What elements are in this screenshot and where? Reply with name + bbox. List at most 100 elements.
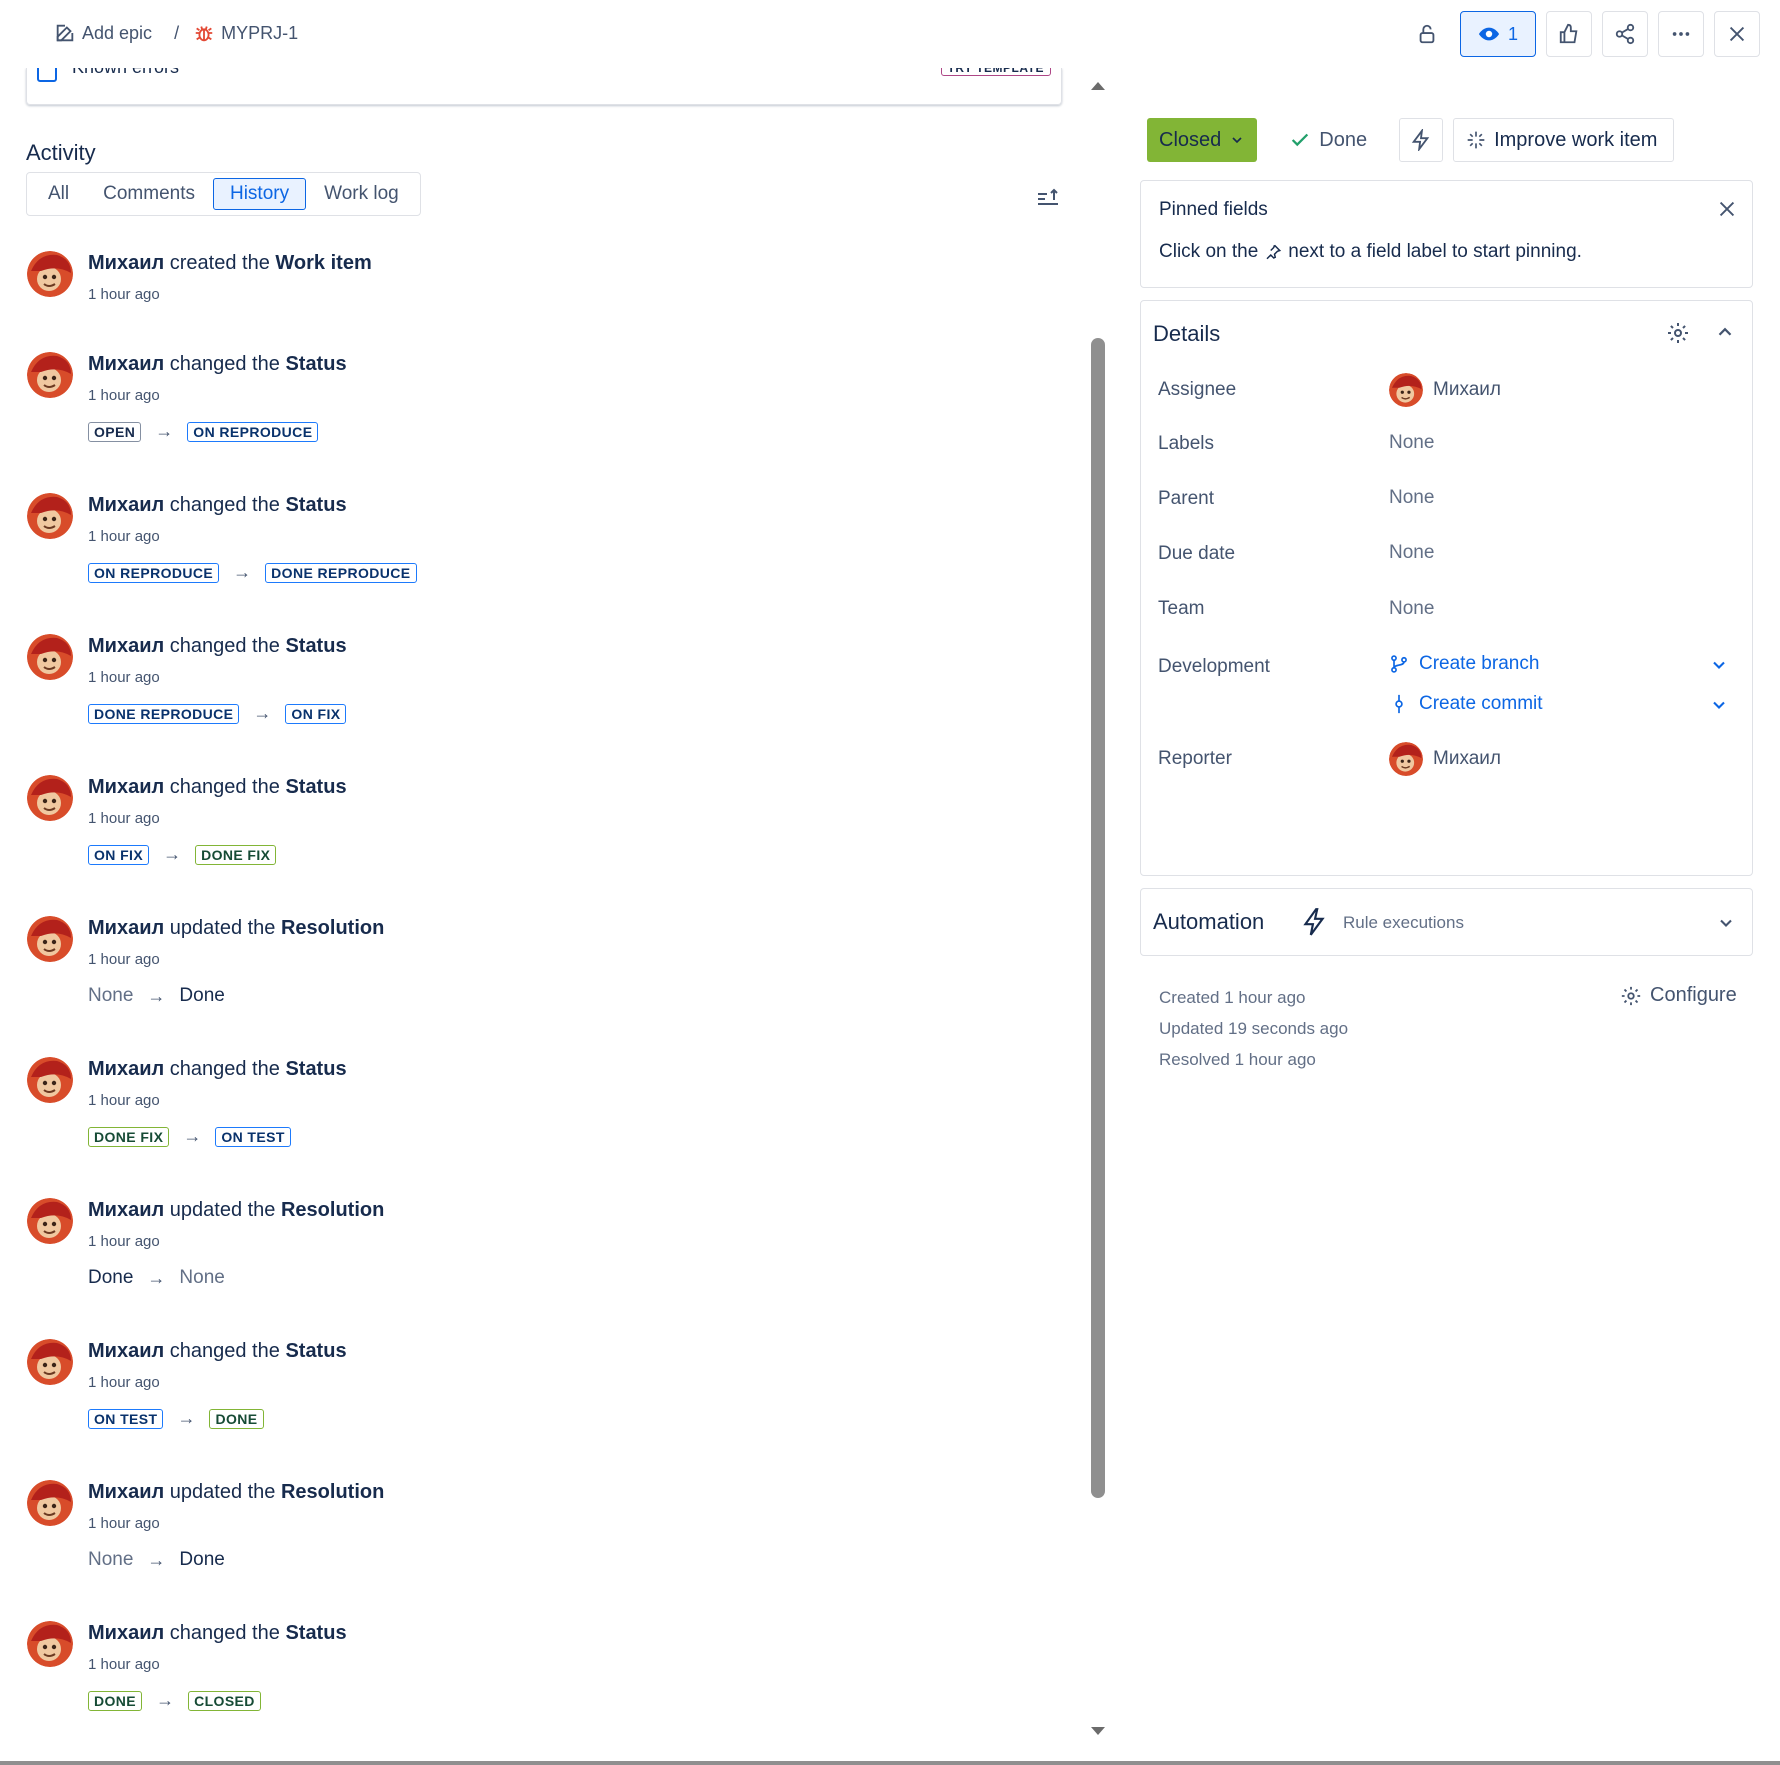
history-user[interactable]: Михаил: [88, 917, 164, 939]
assignee-value[interactable]: Михаил: [1389, 373, 1501, 407]
try-template-button[interactable]: TRY TEMPLATE: [940, 68, 1051, 76]
chevron-down-icon[interactable]: [1709, 655, 1729, 675]
avatar[interactable]: [27, 1480, 73, 1526]
automation-button[interactable]: [1399, 118, 1444, 162]
parent-value[interactable]: None: [1389, 487, 1434, 509]
history-entry: Михаил updated the Resolution 1 hour ago D…: [26, 1197, 1046, 1338]
history-verb: changed the: [169, 1622, 280, 1644]
history-user[interactable]: Михаил: [88, 1340, 164, 1362]
created-timestamp: Created 1 hour ago: [1159, 988, 1306, 1007]
history-user[interactable]: Михаил: [88, 1058, 164, 1080]
history-timestamp: 1 hour ago: [88, 1656, 160, 1673]
scrollbar[interactable]: [1088, 68, 1108, 1765]
history-user[interactable]: Михаил: [88, 353, 164, 375]
scroll-up-arrow[interactable]: [1091, 82, 1105, 90]
create-commit-link[interactable]: Create commit: [1389, 693, 1729, 715]
arrow-right-icon: →: [253, 703, 272, 723]
status-to-lozenge: DONE REPRODUCE: [265, 562, 417, 583]
labels-value[interactable]: None: [1389, 432, 1434, 454]
history-field: Status: [285, 635, 347, 657]
avatar[interactable]: [27, 916, 73, 962]
history-user[interactable]: Михаил: [88, 776, 164, 798]
automation-title: Automation: [1153, 909, 1265, 934]
create-branch-link[interactable]: Create branch: [1389, 653, 1729, 675]
chevron-down-icon[interactable]: [1709, 695, 1729, 715]
arrow-right-icon: →: [155, 421, 174, 441]
avatar[interactable]: [27, 1198, 73, 1244]
share-button[interactable]: [1602, 11, 1648, 57]
history-summary: Михаил changed the Status: [88, 776, 347, 799]
scroll-down-arrow[interactable]: [1091, 1727, 1105, 1735]
restrict-button[interactable]: [1404, 11, 1450, 57]
more-actions-button[interactable]: [1658, 11, 1704, 57]
history-user[interactable]: Михаил: [88, 1481, 164, 1503]
improve-work-item-button[interactable]: Improve work item: [1453, 118, 1675, 162]
chevron-down-icon[interactable]: [1716, 913, 1736, 933]
check-icon: [1292, 133, 1309, 147]
status-to-lozenge: DONE: [209, 1408, 264, 1429]
avatar[interactable]: [27, 1339, 73, 1385]
history-change: DONE REPRODUCE → ON FIX: [88, 703, 347, 724]
status-to-lozenge: ON FIX: [285, 703, 347, 724]
history-user[interactable]: Михаил: [88, 1199, 164, 1221]
avatar[interactable]: [27, 634, 73, 680]
history-timestamp: 1 hour ago: [88, 1374, 160, 1391]
sort-order-icon[interactable]: [1036, 186, 1060, 210]
tab-comments[interactable]: Comments: [87, 178, 211, 210]
history-entry: Михаил changed the Status 1 hour ago DONE →…: [26, 1620, 1046, 1761]
close-issue-button[interactable]: [1714, 11, 1760, 57]
history-change: DONE FIX → ON TEST: [88, 1126, 291, 1147]
history-user[interactable]: Михаил: [88, 1622, 164, 1644]
known-errors-panel[interactable]: Known errors TRY TEMPLATE: [26, 68, 1062, 105]
reporter-label: Reporter: [1158, 748, 1232, 769]
horizontal-scrollbar[interactable]: [0, 1761, 1780, 1765]
gear-icon[interactable]: [1666, 321, 1690, 345]
history-user[interactable]: Михаил: [88, 252, 164, 274]
arrow-right-icon: →: [147, 985, 166, 1006]
history-field: Resolution: [280, 917, 385, 939]
automation-panel[interactable]: Automation Rule executions: [1140, 888, 1753, 956]
close-icon[interactable]: [1716, 198, 1738, 220]
reporter-value[interactable]: Михаил: [1389, 742, 1501, 776]
avatar[interactable]: [27, 1057, 73, 1103]
history-summary: Михаил updated the Resolution: [88, 1199, 384, 1222]
avatar[interactable]: [27, 1621, 73, 1667]
configure-button[interactable]: Configure: [1620, 984, 1737, 1007]
chevron-up-icon[interactable]: [1714, 321, 1736, 343]
history-user[interactable]: Михаил: [88, 635, 164, 657]
history-timestamp: 1 hour ago: [88, 951, 160, 968]
scroll-thumb[interactable]: [1091, 338, 1105, 1498]
due-date-value[interactable]: None: [1389, 542, 1434, 564]
status-from-lozenge: ON REPRODUCE: [88, 562, 220, 583]
team-value[interactable]: None: [1389, 598, 1434, 620]
history-verb: updated the: [169, 1481, 276, 1503]
tab-work-log[interactable]: Work log: [308, 178, 415, 210]
history-entry: Михаил updated the Resolution 1 hour ago N…: [26, 915, 1046, 1056]
avatar[interactable]: [27, 775, 73, 821]
status-dropdown[interactable]: Closed: [1147, 118, 1258, 162]
history-user[interactable]: Михаил: [88, 494, 164, 516]
issue-key-link[interactable]: MYPRJ-1: [193, 22, 298, 44]
status-from-lozenge: ON TEST: [88, 1408, 164, 1429]
avatar[interactable]: [27, 493, 73, 539]
avatar[interactable]: [27, 251, 73, 297]
lightning-icon: [1411, 129, 1430, 151]
arrow-right-icon: →: [177, 1408, 196, 1428]
bug-icon: [195, 26, 213, 42]
lightning-icon: [1303, 908, 1325, 936]
like-button[interactable]: [1546, 11, 1592, 57]
resolution-indicator: Done: [1289, 129, 1367, 152]
updated-timestamp: Updated 19 seconds ago: [1159, 1019, 1349, 1038]
history-feed: Михаил created the Work item 1 hour ago Ми…: [26, 250, 1046, 1761]
details-panel: Details Assignee Михаил Labels None Pare…: [1140, 300, 1753, 876]
like-icon: [1559, 23, 1578, 44]
tab-history[interactable]: History: [212, 178, 307, 210]
history-entry: Михаил created the Work item 1 hour ago: [26, 250, 1046, 351]
watch-button[interactable]: 1: [1460, 11, 1536, 57]
known-errors-label: Known errors: [72, 68, 179, 78]
add-epic-link[interactable]: Add epic: [54, 22, 152, 44]
labels-label: Labels: [1158, 433, 1214, 454]
avatar[interactable]: [27, 352, 73, 398]
status-row: Closed Done Improve work item: [1147, 118, 1675, 162]
tab-all[interactable]: All: [32, 178, 85, 210]
